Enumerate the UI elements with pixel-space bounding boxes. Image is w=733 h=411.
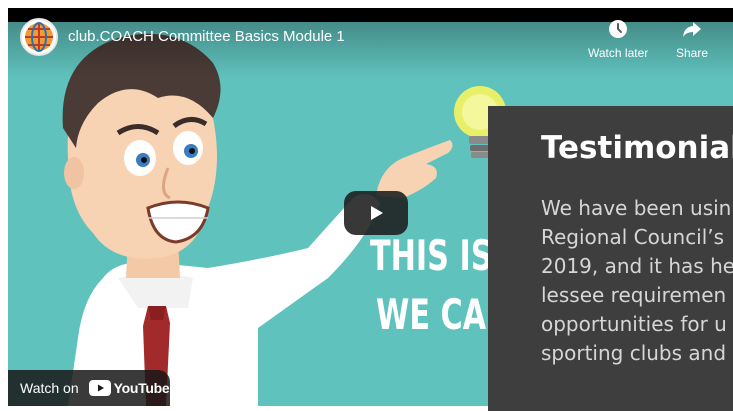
youtube-wordmark: YouTube: [113, 380, 170, 396]
channel-avatar[interactable]: [20, 18, 58, 56]
share-arrow-icon: [683, 22, 702, 37]
page: THIS IS W WE CAN club.COACH Committee Ba…: [0, 0, 733, 411]
watch-on-youtube-button[interactable]: Watch on YouTube: [8, 370, 170, 406]
youtube-play-logo-icon: [88, 380, 111, 396]
testimonial-line: sporting clubs and: [541, 341, 727, 365]
testimonial-line: Regional Council’s: [541, 225, 725, 249]
testimonial-line: 2019, and it has he: [541, 254, 733, 278]
watch-later-button[interactable]: Watch later: [588, 18, 648, 60]
testimonial-line: We have been usin: [541, 196, 732, 220]
clock-icon: [609, 20, 628, 38]
play-button[interactable]: [344, 191, 408, 235]
testimonial-heading: Testimonial: [541, 130, 733, 166]
play-icon: [371, 206, 383, 220]
youtube-logo: YouTube: [88, 380, 170, 396]
video-title[interactable]: club.COACH Committee Basics Module 1: [68, 28, 345, 45]
testimonial-text: We have been usin Regional Council’s 201…: [541, 194, 733, 368]
share-button[interactable]: Share: [676, 18, 708, 60]
watch-on-label: Watch on: [20, 380, 79, 396]
testimonial-line: opportunities for u: [541, 312, 727, 336]
testimonial-line: lessee requiremen: [541, 283, 727, 307]
globe-logo-icon: [25, 22, 53, 52]
watch-later-label: Watch later: [588, 46, 649, 60]
testimonial-panel: Testimonial We have been usin Regional C…: [488, 106, 733, 411]
share-label: Share: [676, 46, 709, 60]
